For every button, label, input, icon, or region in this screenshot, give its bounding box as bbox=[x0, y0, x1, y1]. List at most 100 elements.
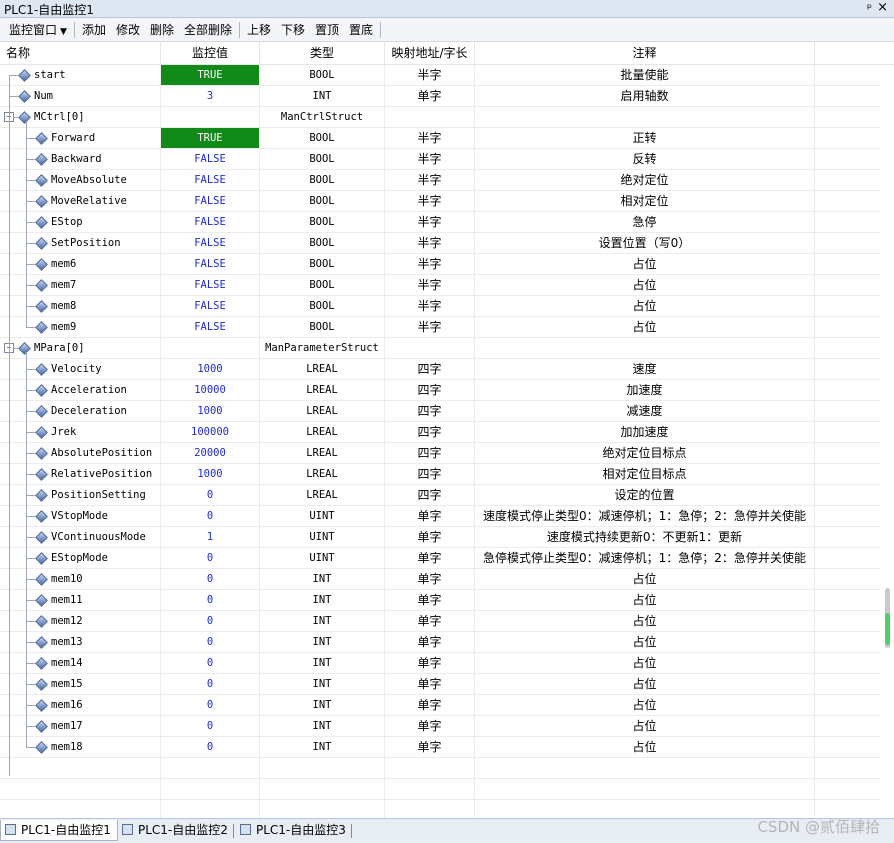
map-cell: 四字 bbox=[385, 380, 475, 400]
value-cell[interactable] bbox=[161, 758, 260, 778]
monitor-window-dropdown[interactable]: 监控窗口 ▼ bbox=[4, 21, 72, 38]
delete-all-button[interactable]: 全部删除 bbox=[179, 21, 237, 38]
table-row[interactable]: mem7 FALSE BOOL 半字 占位 bbox=[0, 275, 880, 296]
pin-icon[interactable]: ᵖ bbox=[867, 1, 872, 15]
table-row[interactable]: mem17 0 INT 单字 占位 bbox=[0, 716, 880, 737]
variable-name: Acceleration bbox=[51, 384, 127, 396]
value-cell[interactable]: 0 bbox=[161, 548, 260, 568]
table-row[interactable]: mem8 FALSE BOOL 半字 占位 bbox=[0, 296, 880, 317]
value-cell[interactable] bbox=[161, 338, 260, 358]
table-row[interactable]: mem15 0 INT 单字 占位 bbox=[0, 674, 880, 695]
name-cell: RelativePosition bbox=[0, 464, 161, 484]
tab-monitor-1[interactable]: PLC1-自由监控1 bbox=[0, 820, 118, 841]
column-header-note[interactable]: 注释 bbox=[475, 42, 815, 64]
table-row[interactable]: VStopMode 0 UINT 单字 速度模式停止类型0：减速停机；1：急停；2：急停… bbox=[0, 506, 880, 527]
name-cell bbox=[0, 779, 161, 799]
table-row[interactable]: MoveRelative FALSE BOOL 半字 相对定位 bbox=[0, 191, 880, 212]
table-row[interactable]: Velocity 1000 LREAL 四字 速度 bbox=[0, 359, 880, 380]
table-row[interactable]: Backward FALSE BOOL 半字 反转 bbox=[0, 149, 880, 170]
value-cell[interactable]: 0 bbox=[161, 695, 260, 715]
table-row[interactable]: mem10 0 INT 单字 占位 bbox=[0, 569, 880, 590]
variable-icon bbox=[35, 657, 48, 670]
table-row[interactable]: MoveAbsolute FALSE BOOL 半字 绝对定位 bbox=[0, 170, 880, 191]
close-icon[interactable]: × bbox=[877, 0, 888, 15]
move-top-button[interactable]: 置顶 bbox=[310, 21, 344, 38]
value-cell[interactable] bbox=[161, 800, 260, 818]
value-cell[interactable]: 0 bbox=[161, 590, 260, 610]
add-button[interactable]: 添加 bbox=[77, 21, 111, 38]
value-cell[interactable]: FALSE bbox=[161, 233, 260, 253]
move-bottom-button[interactable]: 置底 bbox=[344, 21, 378, 38]
value-cell[interactable]: FALSE bbox=[161, 317, 260, 337]
value-cell[interactable]: 1 bbox=[161, 527, 260, 547]
value-cell[interactable]: FALSE bbox=[161, 149, 260, 169]
table-row[interactable]: Num 3 INT 单字 启用轴数 bbox=[0, 86, 880, 107]
delete-button[interactable]: 删除 bbox=[145, 21, 179, 38]
table-row[interactable]: Deceleration 1000 LREAL 四字 减速度 bbox=[0, 401, 880, 422]
table-row[interactable]: AbsolutePosition 20000 LREAL 四字 绝对定位目标点 bbox=[0, 443, 880, 464]
table-row[interactable]: mem14 0 INT 单字 占位 bbox=[0, 653, 880, 674]
table-row[interactable]: mem13 0 INT 单字 占位 bbox=[0, 632, 880, 653]
table-row[interactable]: VContinuousMode 1 UINT 单字 速度模式持续更新0：不更新1：更新 bbox=[0, 527, 880, 548]
vertical-scrollbar[interactable] bbox=[880, 65, 894, 818]
value-cell[interactable] bbox=[161, 779, 260, 799]
empty-row[interactable] bbox=[0, 779, 880, 800]
tab-monitor-2[interactable]: PLC1-自由监控2 bbox=[118, 820, 236, 841]
table-row[interactable]: mem16 0 INT 单字 占位 bbox=[0, 695, 880, 716]
value-cell[interactable]: 3 bbox=[161, 86, 260, 106]
value-cell[interactable]: FALSE bbox=[161, 275, 260, 295]
value-cell[interactable]: 0 bbox=[161, 632, 260, 652]
value-cell[interactable]: FALSE bbox=[161, 254, 260, 274]
move-up-button[interactable]: 上移 bbox=[242, 21, 276, 38]
value-cell[interactable]: 0 bbox=[161, 737, 260, 757]
map-cell: 半字 bbox=[385, 191, 475, 211]
value-cell[interactable]: TRUE bbox=[161, 65, 260, 85]
table-row[interactable]: PositionSetting 0 LREAL 四字 设定的位置 bbox=[0, 485, 880, 506]
value-cell[interactable]: 0 bbox=[161, 611, 260, 631]
value-cell[interactable]: 0 bbox=[161, 506, 260, 526]
column-header-type[interactable]: 类型 bbox=[260, 42, 385, 64]
value-cell[interactable]: FALSE bbox=[161, 296, 260, 316]
table-row[interactable]: mem12 0 INT 单字 占位 bbox=[0, 611, 880, 632]
column-header-value[interactable]: 监控值 bbox=[161, 42, 260, 64]
table-row[interactable]: mem6 FALSE BOOL 半字 占位 bbox=[0, 254, 880, 275]
value-cell[interactable] bbox=[161, 107, 260, 127]
name-cell: mem15 bbox=[0, 674, 161, 694]
column-header-name[interactable]: 名称 bbox=[0, 42, 161, 64]
value-cell[interactable]: 100000 bbox=[161, 422, 260, 442]
value-cell[interactable]: 20000 bbox=[161, 443, 260, 463]
group-row[interactable]: − MCtrl[0] ManCtrlStruct bbox=[0, 107, 880, 128]
note-cell: 占位 bbox=[475, 716, 815, 736]
value-cell[interactable]: 10000 bbox=[161, 380, 260, 400]
move-down-button[interactable]: 下移 bbox=[276, 21, 310, 38]
table-row[interactable]: RelativePosition 1000 LREAL 四字 相对定位目标点 bbox=[0, 464, 880, 485]
value-cell[interactable]: FALSE bbox=[161, 191, 260, 211]
table-row[interactable]: mem11 0 INT 单字 占位 bbox=[0, 590, 880, 611]
table-row[interactable]: Forward TRUE BOOL 半字 正转 bbox=[0, 128, 880, 149]
empty-row[interactable] bbox=[0, 758, 880, 779]
table-row[interactable]: Acceleration 10000 LREAL 四字 加速度 bbox=[0, 380, 880, 401]
value-cell[interactable]: FALSE bbox=[161, 212, 260, 232]
table-row[interactable]: Jrek 100000 LREAL 四字 加加速度 bbox=[0, 422, 880, 443]
value-cell[interactable]: TRUE bbox=[161, 128, 260, 148]
value-cell[interactable]: 1000 bbox=[161, 359, 260, 379]
value-cell[interactable]: 1000 bbox=[161, 464, 260, 484]
table-row[interactable]: EStopMode 0 UINT 单字 急停模式停止类型0：减速停机；1：急停；2：急停… bbox=[0, 548, 880, 569]
value-cell[interactable]: 0 bbox=[161, 716, 260, 736]
table-row[interactable]: mem9 FALSE BOOL 半字 占位 bbox=[0, 317, 880, 338]
table-row[interactable]: start TRUE BOOL 半字 批量使能 bbox=[0, 65, 880, 86]
tab-monitor-3[interactable]: PLC1-自由监控3 bbox=[236, 820, 354, 841]
table-row[interactable]: EStop FALSE BOOL 半字 急停 bbox=[0, 212, 880, 233]
edit-button[interactable]: 修改 bbox=[111, 21, 145, 38]
table-row[interactable]: SetPosition FALSE BOOL 半字 设置位置（写0） bbox=[0, 233, 880, 254]
value-cell[interactable]: 1000 bbox=[161, 401, 260, 421]
table-row[interactable]: mem18 0 INT 单字 占位 bbox=[0, 737, 880, 758]
value-cell[interactable]: 0 bbox=[161, 674, 260, 694]
value-cell[interactable]: 0 bbox=[161, 485, 260, 505]
value-cell[interactable]: FALSE bbox=[161, 170, 260, 190]
value-cell[interactable]: 0 bbox=[161, 653, 260, 673]
value-cell[interactable]: 0 bbox=[161, 569, 260, 589]
group-row[interactable]: − MPara[0] ManParameterStruct bbox=[0, 338, 880, 359]
empty-row[interactable] bbox=[0, 800, 880, 818]
column-header-map[interactable]: 映射地址/字长 bbox=[385, 42, 475, 64]
